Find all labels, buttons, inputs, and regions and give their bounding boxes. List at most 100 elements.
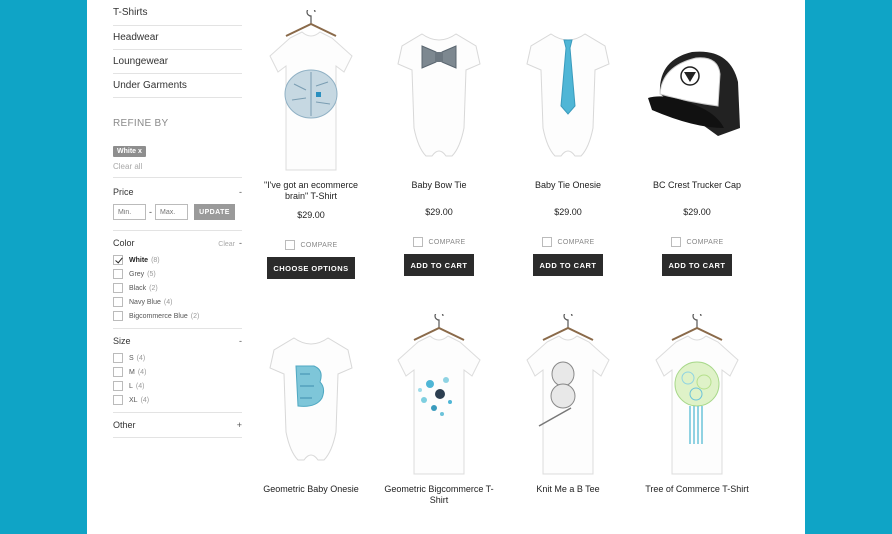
price-range: - UPDATE xyxy=(113,202,242,222)
size-option-xl[interactable]: XL (4) xyxy=(113,393,242,407)
color-options: White (8) Grey (5) Black (2) Navy Blue (4) B… xyxy=(113,253,242,323)
product-image[interactable] xyxy=(380,314,498,484)
clear-all-link[interactable]: Clear all xyxy=(113,162,242,171)
category-under-garments[interactable]: Under Garments xyxy=(113,74,242,98)
price-max-input[interactable] xyxy=(155,204,188,220)
size-option-m[interactable]: M (4) xyxy=(113,365,242,379)
refine-by-title: REFINE BY xyxy=(113,118,169,129)
trucker-cap-image xyxy=(648,51,740,136)
price-update-button[interactable]: UPDATE xyxy=(194,204,235,220)
checkbox[interactable] xyxy=(113,297,123,307)
compare-label: COMPARE xyxy=(300,241,338,249)
size-option-l[interactable]: L (4) xyxy=(113,379,242,393)
category-loungewear[interactable]: Loungewear xyxy=(113,50,242,74)
knit-tee-image xyxy=(526,314,610,475)
product-image[interactable] xyxy=(252,10,370,180)
add-to-cart-button[interactable]: ADD TO CART xyxy=(533,254,603,276)
remove-filter-icon[interactable]: x xyxy=(138,148,142,155)
choose-options-button[interactable]: CHOOSE OPTIONS xyxy=(267,257,355,279)
color-option-bigcommerce-blue[interactable]: Bigcommerce Blue (2) xyxy=(113,309,242,323)
color-option-black[interactable]: Black (2) xyxy=(113,281,242,295)
price-facet-title: Price xyxy=(113,187,134,197)
product-card: Geometric Bigcommerce T-Shirt xyxy=(380,314,498,506)
product-name[interactable]: Baby Bow Tie xyxy=(380,180,498,191)
other-facet-header[interactable]: Other + xyxy=(113,415,242,435)
compare-toggle[interactable]: COMPARE xyxy=(252,240,370,250)
checkbox[interactable] xyxy=(113,395,123,405)
product-price: $29.00 xyxy=(297,210,325,220)
product-image[interactable] xyxy=(638,314,756,484)
product-card: BC Crest Trucker Cap $29.00 COMPARE ADD … xyxy=(638,10,756,276)
product-name[interactable]: Geometric Baby Onesie xyxy=(252,484,370,495)
price-min-input[interactable] xyxy=(113,204,146,220)
active-filter-tag[interactable]: White x xyxy=(113,146,146,157)
product-name[interactable]: Tree of Commerce T-Shirt xyxy=(638,484,756,495)
product-card: Geometric Baby Onesie xyxy=(252,314,370,495)
divider xyxy=(113,437,242,438)
compare-toggle[interactable]: COMPARE xyxy=(380,237,498,247)
checkbox[interactable] xyxy=(113,367,123,377)
checkbox[interactable] xyxy=(412,237,423,247)
expand-icon[interactable]: + xyxy=(237,420,242,430)
price-facet-header[interactable]: Price - xyxy=(113,182,242,202)
add-to-cart-button[interactable]: ADD TO CART xyxy=(662,254,732,276)
category-headwear[interactable]: Headwear xyxy=(113,26,242,50)
checkbox[interactable] xyxy=(541,237,552,247)
compare-label: COMPARE xyxy=(686,238,724,246)
checkbox[interactable] xyxy=(113,283,123,293)
category-list: T-Shirts Headwear Loungewear Under Garme… xyxy=(113,0,242,98)
product-card: Baby Tie Onesie $29.00 COMPARE ADD TO CA… xyxy=(509,10,627,276)
checkbox[interactable] xyxy=(113,353,123,363)
divider xyxy=(113,328,242,329)
active-filter-label: White xyxy=(117,148,137,155)
collapse-icon[interactable]: - xyxy=(239,187,242,197)
other-facet-title: Other xyxy=(113,420,136,430)
compare-toggle[interactable]: COMPARE xyxy=(509,237,627,247)
collapse-icon[interactable]: - xyxy=(239,238,242,248)
divider xyxy=(113,177,242,178)
product-name[interactable]: Knit Me a B Tee xyxy=(509,484,627,495)
product-card: Knit Me a B Tee xyxy=(509,314,627,495)
checkbox[interactable] xyxy=(113,269,123,279)
product-price: $29.00 xyxy=(425,207,453,217)
divider xyxy=(113,412,242,413)
product-price: $29.00 xyxy=(554,207,582,217)
color-option-white[interactable]: White (8) xyxy=(113,253,242,267)
color-facet-title: Color xyxy=(113,238,135,248)
tree-tshirt-image xyxy=(655,314,739,475)
product-card: Baby Bow Tie $29.00 COMPARE ADD TO CART xyxy=(380,10,498,276)
product-name[interactable]: "I've got an ecommerce brain" T-Shirt xyxy=(252,180,370,202)
color-clear-link[interactable]: Clear xyxy=(218,241,235,248)
checkbox[interactable] xyxy=(113,381,123,391)
product-image[interactable] xyxy=(252,314,370,484)
color-option-grey[interactable]: Grey (5) xyxy=(113,267,242,281)
bow-tie-onesie-image xyxy=(397,33,481,157)
checkbox-checked[interactable] xyxy=(113,255,123,265)
size-facet-header[interactable]: Size - xyxy=(113,331,242,351)
sidebar: T-Shirts Headwear Loungewear Under Garme… xyxy=(113,0,242,438)
product-name[interactable]: Baby Tie Onesie xyxy=(509,180,627,191)
compare-label: COMPARE xyxy=(428,238,466,246)
add-to-cart-button[interactable]: ADD TO CART xyxy=(404,254,474,276)
size-option-s[interactable]: S (4) xyxy=(113,351,242,365)
category-tshirts[interactable]: T-Shirts xyxy=(113,0,242,26)
product-image[interactable] xyxy=(509,10,627,180)
collapse-icon[interactable]: - xyxy=(239,336,242,346)
product-image[interactable] xyxy=(638,10,756,180)
product-name[interactable]: BC Crest Trucker Cap xyxy=(638,180,756,191)
product-name[interactable]: Geometric Bigcommerce T-Shirt xyxy=(380,484,498,506)
color-option-navy-blue[interactable]: Navy Blue (4) xyxy=(113,295,242,309)
geometric-onesie-image xyxy=(269,337,353,461)
compare-toggle[interactable]: COMPARE xyxy=(638,237,756,247)
geometric-tshirt-image xyxy=(397,314,481,475)
product-image[interactable] xyxy=(380,10,498,180)
product-card: "I've got an ecommerce brain" T-Shirt $2… xyxy=(252,10,370,279)
checkbox[interactable] xyxy=(670,237,681,247)
checkbox[interactable] xyxy=(113,311,123,321)
price-separator: - xyxy=(149,207,152,217)
color-facet-header[interactable]: Color Clear - xyxy=(113,233,242,253)
product-price: $29.00 xyxy=(683,207,711,217)
product-image[interactable] xyxy=(509,314,627,484)
size-options: S (4) M (4) L (4) XL (4) xyxy=(113,351,242,407)
checkbox[interactable] xyxy=(284,240,295,250)
